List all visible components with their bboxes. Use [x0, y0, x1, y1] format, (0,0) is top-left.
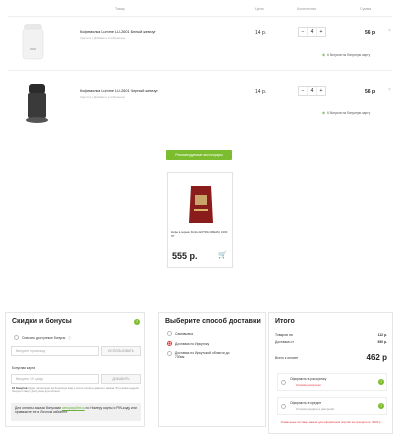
coffee-bag-image[interactable]	[186, 183, 216, 223]
credit-terms-link[interactable]: Условия кредита и рассрочки	[296, 407, 334, 411]
delivery-option-label: Доставка по Иркутской области до 700км	[174, 351, 230, 359]
product-sum: 56 р	[365, 89, 376, 95]
radio-icon[interactable]	[167, 331, 172, 336]
installment-terms-link[interactable]: Условия рассрочки	[296, 383, 321, 387]
divider	[8, 70, 392, 71]
pay-label: Всего к оплате	[275, 355, 299, 360]
help-icon[interactable]: ?	[134, 319, 140, 325]
discounts-panel: Скидки и бонусы ? Списать доступные бону…	[5, 312, 145, 427]
pay-value: 462 р	[366, 353, 387, 362]
accessory-price: 555 р.	[172, 251, 198, 261]
panel-title: Итого	[275, 318, 295, 325]
accessory-card[interactable]: Кофе в зернах Kimbo EXTRA CREAM, 1000 ГР…	[167, 172, 233, 268]
product-actions[interactable]: Удалить | Добавить в избранное	[80, 36, 125, 40]
bonus-card-input[interactable]: Введите 19 цифр	[11, 374, 99, 384]
product-name[interactable]: Кофемолка Lumme LU-2601 Белый жемчуг	[80, 30, 156, 34]
bonus-info-box: Для оплаты заказа бонусами авторизуйтесь…	[11, 403, 141, 421]
bonus-text: 6 бонусов на бонусную карту	[327, 52, 371, 57]
header-quantity: Количество	[297, 7, 317, 11]
radio-icon[interactable]	[281, 404, 286, 409]
product-sum: 56 р	[365, 30, 376, 36]
recommended-accessories-button[interactable]: Рекомендуемые аксессуары	[166, 150, 232, 160]
product-image-white-grinder[interactable]	[18, 22, 48, 62]
help-icon[interactable]: ?	[378, 403, 384, 409]
quantity-stepper[interactable]: − 4 +	[298, 27, 326, 37]
minus-button[interactable]: −	[299, 87, 307, 95]
goods-row: Товаров на 112 р.	[275, 333, 387, 337]
plus-button[interactable]: +	[317, 87, 325, 95]
installment-label: Оформить в рассрочку	[290, 377, 327, 381]
product-image-black-grinder[interactable]	[22, 82, 52, 124]
panel-title: Скидки и бонусы	[12, 318, 72, 325]
quantity-stepper[interactable]: − 4 +	[298, 86, 326, 96]
minus-button[interactable]: −	[299, 28, 307, 36]
bonus-info: ◈ 6 бонусов на бонусную карту	[322, 52, 370, 57]
bonus-icon: ◈	[322, 110, 326, 115]
product-price: 14 р.	[255, 30, 267, 36]
radio-icon[interactable]	[167, 351, 172, 356]
header-sum: Сумма	[360, 7, 372, 11]
radio-icon[interactable]	[281, 380, 286, 385]
order-warning: Уникальные составы заказа для оформления…	[280, 420, 382, 424]
product-name[interactable]: Кофемолка Lumme LU-2601 Черный жемчуг	[80, 89, 158, 93]
bonus-note-text: будет начислено на бонусную карту после …	[12, 386, 139, 394]
checkbox-icon[interactable]	[14, 335, 19, 340]
radio-icon[interactable]	[167, 341, 172, 346]
apply-promo-button[interactable]: ИСПОЛЬЗОВАТЬ	[101, 346, 141, 356]
delivery-option-city[interactable]: Доставка по Иркутску	[167, 341, 209, 346]
accessory-name[interactable]: Кофе в зернах Kimbo EXTRA CREAM, 1000 ГР	[171, 230, 231, 238]
spend-bonuses-label: Списать доступные бонусы	[22, 335, 66, 340]
quantity-value[interactable]: 4	[307, 87, 317, 95]
delivery-option-pickup[interactable]: Самовывоз	[167, 331, 193, 336]
goods-label: Товаров на	[275, 333, 293, 337]
bonus-text: 6 бонусов на бонусную карту	[327, 110, 371, 115]
cart-icon[interactable]: 🛒	[218, 251, 227, 259]
bonus-info: ◈ 6 бонусов на бонусную карту	[322, 110, 370, 115]
spend-bonuses-option[interactable]: Списать доступные бонусы ⓘ	[14, 335, 71, 340]
header-price: Цена	[255, 7, 264, 11]
help-icon[interactable]: ?	[378, 379, 384, 385]
header-product: Товар	[115, 7, 125, 11]
quantity-value[interactable]: 4	[307, 28, 317, 36]
bonus-icon: ◈	[322, 52, 326, 57]
bonus-note: 12 бонусов будет начислено на бонусную к…	[12, 386, 140, 394]
total-panel: Итого Товаров на 112 р. Доставка от 350 …	[268, 312, 393, 434]
credit-option[interactable]: Оформить в кредит Условия кредита и расс…	[277, 397, 387, 415]
plus-button[interactable]: +	[317, 28, 325, 36]
delivery-panel: Выберите способ доставки Самовывоз Доста…	[158, 312, 266, 427]
bonus-card-label: Бонусная карта	[12, 366, 36, 370]
product-actions[interactable]: Удалить | Добавить в избранное	[80, 95, 125, 99]
divider	[8, 16, 392, 17]
delivery-option-label: Доставка по Иркутску	[175, 341, 210, 346]
delivery-value: 350 р.	[377, 340, 387, 344]
panel-title: Выберите способ доставки	[165, 318, 261, 325]
credit-label: Оформить в кредит	[290, 401, 322, 405]
promo-code-input[interactable]: Введите промокод	[11, 346, 99, 356]
delivery-row: Доставка от 350 р.	[275, 340, 387, 344]
product-price: 14 р.	[255, 89, 267, 95]
info-icon[interactable]: ⓘ	[68, 336, 71, 340]
close-icon[interactable]: ×	[388, 87, 391, 93]
installment-option[interactable]: Оформить в рассрочку Условия рассрочки ?	[277, 373, 387, 391]
pay-row: Всего к оплате 462 р	[275, 353, 387, 362]
close-icon[interactable]: ×	[388, 28, 391, 34]
delivery-option-region[interactable]: Доставка по Иркутской области до 700км	[167, 351, 237, 359]
delivery-label: Доставка от	[275, 340, 294, 344]
add-card-button[interactable]: ДОБАВИТЬ	[101, 374, 141, 384]
goods-value: 112 р.	[377, 333, 387, 337]
delivery-option-label: Самовывоз	[175, 331, 193, 336]
